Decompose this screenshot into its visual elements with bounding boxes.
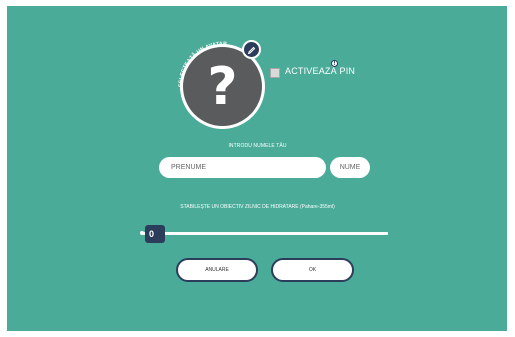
first-name-field[interactable]: PRENUME xyxy=(159,157,326,178)
ok-button[interactable]: OK xyxy=(271,258,354,282)
name-section-label: INTRODU NUMELE TĂU xyxy=(228,143,287,149)
pin-checkbox[interactable] xyxy=(270,68,280,78)
info-icon[interactable]: ! xyxy=(331,60,338,67)
pin-label[interactable]: ACTIVEAZĂ PIN xyxy=(285,66,355,76)
last-name-field[interactable]: NUME xyxy=(330,157,370,178)
hydration-goal-slider[interactable] xyxy=(143,232,388,235)
hydration-goal-label: STABILEȘTE UN OBIECTIV ZILNIC DE HIDRATA… xyxy=(180,204,335,210)
slider-start-dot xyxy=(140,231,144,235)
avatar-caption-text: SELECTEAZĂ UN AVATAR xyxy=(178,41,227,87)
svg-text:SELECTEAZĂ UN AVATAR: SELECTEAZĂ UN AVATAR xyxy=(178,41,227,87)
pencil-icon xyxy=(247,46,256,55)
slider-thumb[interactable]: 0 xyxy=(145,225,165,243)
cancel-button[interactable]: ANULARE xyxy=(176,258,258,282)
edit-avatar-button[interactable] xyxy=(242,40,261,59)
avatar-caption: SELECTEAZĂ UN AVATAR xyxy=(178,41,227,87)
avatar-picker[interactable]: ? SELECTEAZĂ UN AVATAR xyxy=(178,40,265,129)
